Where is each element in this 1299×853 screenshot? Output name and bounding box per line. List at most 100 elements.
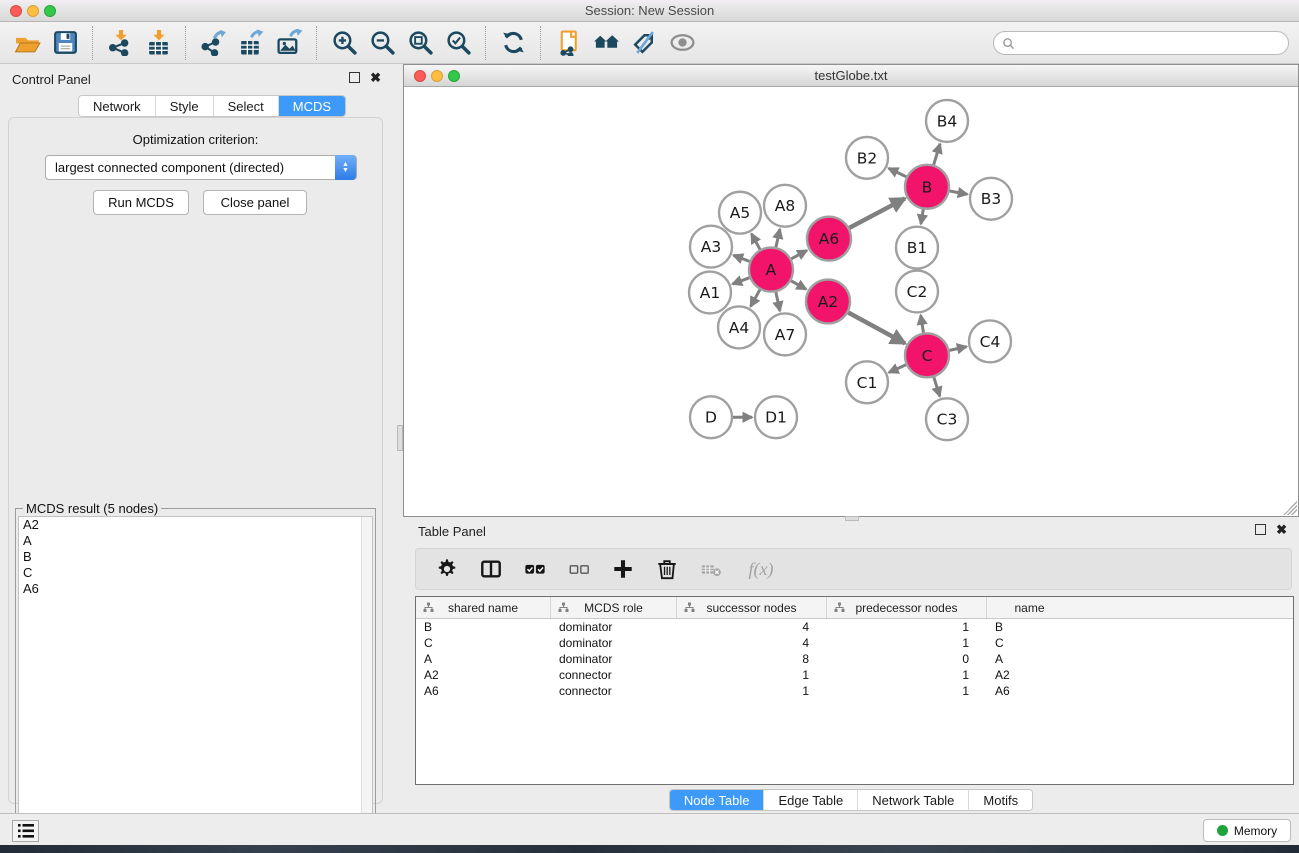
close-table-panel-icon[interactable]: ✖ (1276, 524, 1287, 535)
mcds-result-list[interactable]: A2ABCA6 (18, 516, 373, 847)
network-window-titlebar[interactable]: testGlobe.txt (404, 65, 1298, 87)
edge-B-B1[interactable] (921, 209, 923, 224)
refresh-button[interactable] (494, 26, 532, 60)
column-header-predecessor-nodes[interactable]: predecessor nodes (827, 597, 987, 618)
tab-node-table[interactable]: Node Table (670, 790, 765, 810)
edge-A-A3[interactable] (733, 255, 749, 261)
edge-B-B2[interactable] (889, 168, 907, 177)
table-row[interactable]: Cdominator41C (416, 635, 1293, 651)
first-neighbors-button[interactable] (587, 26, 625, 60)
table-row[interactable]: Adominator80A (416, 651, 1293, 667)
zoom-in-button[interactable] (325, 26, 363, 60)
save-session-button[interactable] (46, 26, 84, 60)
cell[interactable]: 1 (827, 636, 987, 650)
result-item[interactable]: A2 (19, 517, 372, 533)
hide-labels-button[interactable] (625, 26, 663, 60)
close-panel-button[interactable]: Close panel (203, 190, 307, 215)
edge-A-A7[interactable] (776, 292, 780, 311)
edge-A-A2[interactable] (791, 281, 806, 289)
edge-A2-C[interactable] (848, 312, 905, 343)
export-table-button[interactable] (232, 26, 270, 60)
clone-network-button[interactable] (549, 26, 587, 60)
result-item[interactable]: A (19, 533, 372, 549)
show-graphics-details-button[interactable] (663, 26, 701, 60)
cell[interactable]: connector (551, 668, 677, 682)
tab-network[interactable]: Network (79, 96, 156, 116)
export-image-button[interactable] (270, 26, 308, 60)
cell[interactable]: A (416, 652, 551, 666)
export-network-button[interactable] (194, 26, 232, 60)
edge-A-A4[interactable] (751, 290, 760, 307)
cell[interactable]: 1 (677, 684, 827, 698)
close-panel-icon[interactable]: ✖ (370, 72, 381, 83)
criterion-dropdown[interactable]: largest connected component (directed) ▲… (45, 155, 357, 180)
edge-B-B3[interactable] (950, 191, 968, 194)
cell[interactable]: 1 (827, 620, 987, 634)
cell[interactable]: dominator (551, 620, 677, 634)
result-item[interactable]: C (19, 565, 372, 581)
split-columns-button[interactable] (476, 554, 506, 584)
import-network-button[interactable] (101, 26, 139, 60)
cell[interactable]: 1 (827, 684, 987, 698)
tab-motifs[interactable]: Motifs (969, 790, 1032, 810)
zoom-out-button[interactable] (363, 26, 401, 60)
zoom-fit-button[interactable] (401, 26, 439, 60)
cell[interactable]: 4 (677, 620, 827, 634)
import-table-button[interactable] (139, 26, 177, 60)
tab-network-table[interactable]: Network Table (858, 790, 969, 810)
tab-select[interactable]: Select (214, 96, 279, 116)
cell[interactable]: C (987, 636, 1072, 650)
column-header-shared-name[interactable]: shared name (416, 597, 551, 618)
cell[interactable]: C (416, 636, 551, 650)
edge-C-C1[interactable] (889, 365, 906, 373)
vertical-splitter-grip[interactable] (397, 425, 403, 451)
search-input[interactable] (1020, 34, 1288, 52)
edge-A-A1[interactable] (732, 278, 749, 284)
edge-A6-B[interactable] (849, 198, 905, 227)
task-history-button[interactable] (12, 820, 39, 842)
settings-gear-button[interactable] (432, 554, 462, 584)
table-row[interactable]: A2connector11A2 (416, 667, 1293, 683)
edge-C-C4[interactable] (949, 347, 966, 351)
column-header-successor-nodes[interactable]: successor nodes (677, 597, 827, 618)
dropdown-stepper-icon[interactable]: ▲▼ (335, 155, 356, 180)
column-header-MCDS-role[interactable]: MCDS role (551, 597, 677, 618)
network-canvas[interactable]: B4B2BB3A8A5A6A3B1AA1C2A2A4A7C4CC1C3DD1 (404, 88, 1298, 516)
edge-A-A5[interactable] (751, 234, 760, 250)
run-mcds-button[interactable]: Run MCDS (93, 190, 189, 215)
column-header-name[interactable]: name (987, 597, 1072, 618)
deselect-all-button[interactable] (564, 554, 594, 584)
cell[interactable]: A2 (416, 668, 551, 682)
cell[interactable]: connector (551, 684, 677, 698)
table-row[interactable]: A6connector11A6 (416, 683, 1293, 699)
float-panel-icon[interactable] (349, 72, 360, 83)
tab-edge-table[interactable]: Edge Table (764, 790, 858, 810)
cell[interactable]: 0 (827, 652, 987, 666)
delete-column-button[interactable] (652, 554, 682, 584)
edge-B-B4[interactable] (934, 144, 940, 165)
cell[interactable]: B (987, 620, 1072, 634)
memory-button[interactable]: Memory (1203, 819, 1291, 842)
float-table-panel-icon[interactable] (1255, 524, 1266, 535)
result-item[interactable]: A6 (19, 581, 372, 597)
cell[interactable]: A6 (987, 684, 1072, 698)
cell[interactable]: B (416, 620, 551, 634)
search-box[interactable] (993, 31, 1289, 55)
edge-C-C3[interactable] (934, 377, 940, 396)
result-item[interactable]: B (19, 549, 372, 565)
cell[interactable]: dominator (551, 636, 677, 650)
zoom-selected-button[interactable] (439, 26, 477, 60)
table-row[interactable]: Bdominator41B (416, 619, 1293, 635)
cell[interactable]: 8 (677, 652, 827, 666)
resize-grip[interactable] (1283, 501, 1297, 515)
cell[interactable]: A2 (987, 668, 1072, 682)
edge-A-A8[interactable] (776, 229, 780, 247)
cell[interactable]: 1 (827, 668, 987, 682)
cell[interactable]: dominator (551, 652, 677, 666)
edge-A-A6[interactable] (791, 250, 807, 258)
cell[interactable]: A (987, 652, 1072, 666)
tab-style[interactable]: Style (156, 96, 214, 116)
add-column-button[interactable] (608, 554, 638, 584)
cell[interactable]: 4 (677, 636, 827, 650)
cell[interactable]: A6 (416, 684, 551, 698)
